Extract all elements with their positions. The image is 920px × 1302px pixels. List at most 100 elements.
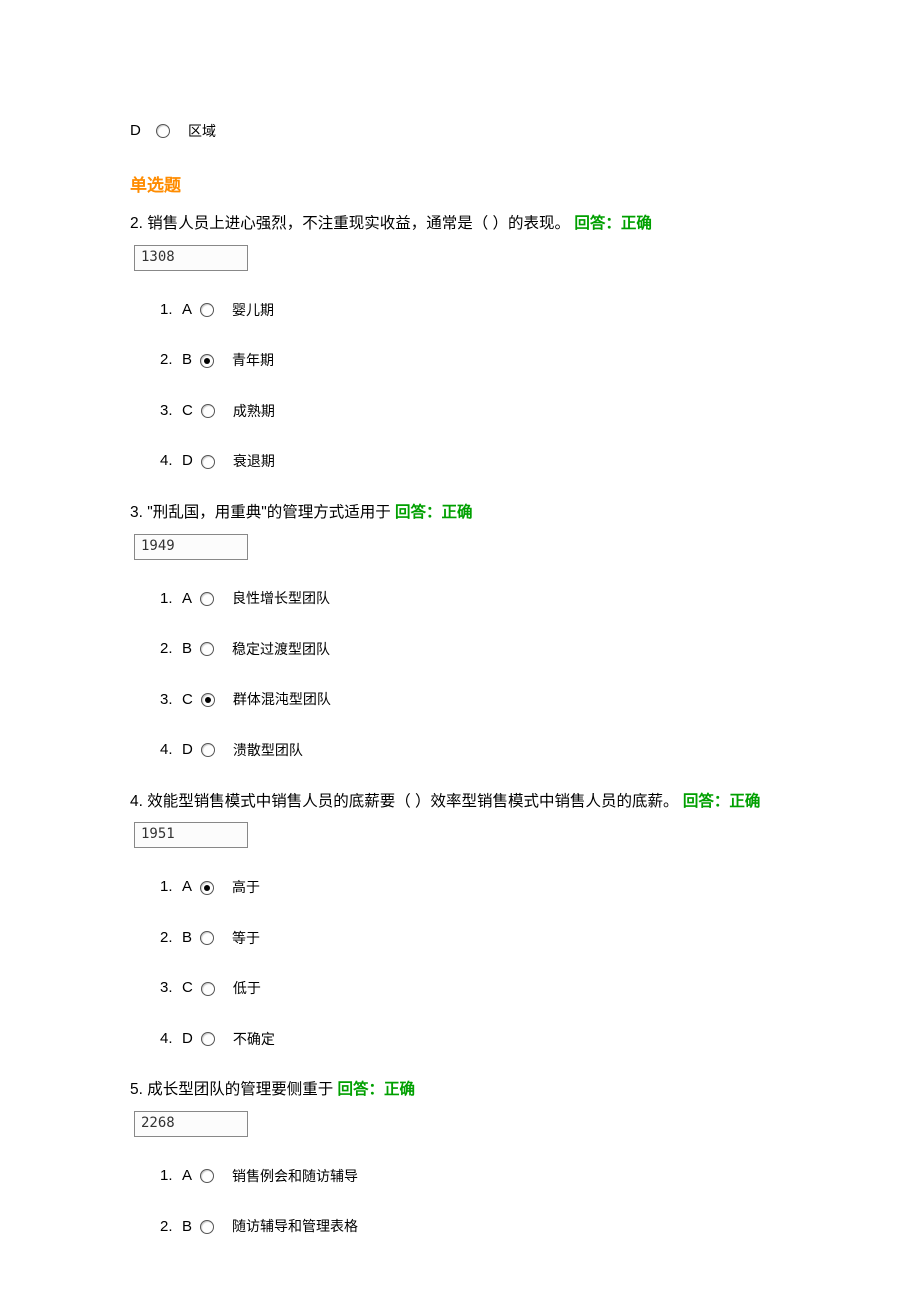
- radio-icon[interactable]: [201, 693, 215, 707]
- option-letter: D: [130, 120, 152, 143]
- question-number: 2.: [130, 215, 147, 232]
- option-text: 衰退期: [233, 451, 275, 472]
- option-letter: A: [182, 588, 192, 611]
- option-row: 2.B 随访辅导和管理表格: [160, 1216, 790, 1239]
- orphan-option-d: D 区域: [130, 120, 790, 143]
- section-title: 单选题: [130, 173, 790, 199]
- option-text: 区域: [188, 121, 216, 142]
- option-number: 4.: [160, 1028, 182, 1051]
- option-letter: A: [182, 299, 192, 322]
- radio-icon[interactable]: [201, 743, 215, 757]
- radio-icon[interactable]: [200, 1220, 214, 1234]
- questions-container: 2. 销售人员上进心强烈，不注重现实收益，通常是（ ）的表现。 回答：正确 130…: [130, 212, 790, 1238]
- option-letter: C: [182, 689, 193, 712]
- option-text: 高于: [232, 877, 260, 898]
- option-row: 2.B 等于: [160, 927, 790, 950]
- question-code-input[interactable]: 1949: [134, 534, 248, 560]
- option-number: 1.: [160, 299, 182, 322]
- radio-icon[interactable]: [200, 931, 214, 945]
- radio-icon[interactable]: [201, 1032, 215, 1046]
- option-number: 2.: [160, 349, 182, 372]
- question-text: 成长型团队的管理要侧重于: [147, 1081, 337, 1098]
- radio-icon[interactable]: [200, 354, 214, 368]
- question-stem: 4. 效能型销售模式中销售人员的底薪要（ ）效率型销售模式中销售人员的底薪。 回…: [130, 790, 790, 815]
- option-row: 2.B 稳定过渡型团队: [160, 638, 790, 661]
- option-number: 2.: [160, 927, 182, 950]
- question-code-input[interactable]: 2268: [134, 1111, 248, 1137]
- option-text: 不确定: [233, 1029, 275, 1050]
- option-row: 3.C 低于: [160, 977, 790, 1000]
- option-row: 4.D 不确定: [160, 1028, 790, 1051]
- option-text: 等于: [232, 928, 260, 949]
- option-number: 4.: [160, 450, 182, 473]
- radio-icon[interactable]: [200, 592, 214, 606]
- option-text: 稳定过渡型团队: [232, 639, 330, 660]
- option-number: 1.: [160, 876, 182, 899]
- option-text: 低于: [233, 978, 261, 999]
- radio-icon[interactable]: [200, 1169, 214, 1183]
- radio-icon[interactable]: [200, 303, 214, 317]
- option-row: 1.A良性增长型团队: [160, 588, 790, 611]
- radio-icon[interactable]: [200, 642, 214, 656]
- question-stem: 5. 成长型团队的管理要侧重于 回答：正确: [130, 1078, 790, 1103]
- answer-status: 回答：正确: [338, 1081, 416, 1098]
- option-number: 1.: [160, 588, 182, 611]
- option-letter: C: [182, 400, 193, 423]
- option-text: 婴儿期: [232, 300, 274, 321]
- option-row: 2.B 青年期: [160, 349, 790, 372]
- question-code-input[interactable]: 1951: [134, 822, 248, 848]
- option-number: 2.: [160, 638, 182, 661]
- option-row: 4.D 溃散型团队: [160, 739, 790, 762]
- answer-status: 回答：正确: [395, 504, 473, 521]
- option-number: 4.: [160, 739, 182, 762]
- option-text: 随访辅导和管理表格: [232, 1216, 358, 1237]
- radio-icon[interactable]: [201, 455, 215, 469]
- option-number: 3.: [160, 400, 182, 423]
- option-letter: D: [182, 1028, 193, 1051]
- options-list: 1.A 婴儿期 2.B 青年期 3.C 成熟期 4.D 衰退期: [160, 299, 790, 473]
- option-row: 1.A 高于: [160, 876, 790, 899]
- question-text: "刑乱国，用重典"的管理方式适用于: [147, 504, 395, 521]
- option-number: 3.: [160, 689, 182, 712]
- question-stem: 3. "刑乱国，用重典"的管理方式适用于 回答：正确: [130, 501, 790, 526]
- option-text: 青年期: [232, 350, 274, 371]
- question-text: 效能型销售模式中销售人员的底薪要（ ）效率型销售模式中销售人员的底薪。: [147, 793, 683, 810]
- option-letter: A: [182, 876, 192, 899]
- option-letter: B: [182, 927, 192, 950]
- option-row: 4.D 衰退期: [160, 450, 790, 473]
- radio-icon[interactable]: [200, 881, 214, 895]
- options-list: 1.A 销售例会和随访辅导 2.B 随访辅导和管理表格: [160, 1165, 790, 1238]
- page: D 区域 单选题 2. 销售人员上进心强烈，不注重现实收益，通常是（ ）的表现。…: [0, 0, 920, 1238]
- option-number: 1.: [160, 1165, 182, 1188]
- option-text: 销售例会和随访辅导: [232, 1166, 358, 1187]
- question-text: 销售人员上进心强烈，不注重现实收益，通常是（ ）的表现。: [147, 215, 574, 232]
- option-row: 3.C 群体混沌型团队: [160, 689, 790, 712]
- radio-icon[interactable]: [156, 124, 170, 138]
- answer-status: 回答：正确: [574, 215, 652, 232]
- option-number: 2.: [160, 1216, 182, 1239]
- question-number: 4.: [130, 793, 147, 810]
- option-text: 溃散型团队: [233, 740, 303, 761]
- option-letter: B: [182, 638, 192, 661]
- option-letter: A: [182, 1165, 192, 1188]
- question-code-input[interactable]: 1308: [134, 245, 248, 271]
- question-stem: 2. 销售人员上进心强烈，不注重现实收益，通常是（ ）的表现。 回答：正确: [130, 212, 790, 237]
- option-text: 群体混沌型团队: [233, 689, 331, 710]
- option-row: 1.A 销售例会和随访辅导: [160, 1165, 790, 1188]
- answer-status: 回答：正确: [683, 793, 761, 810]
- options-list: 1.A 高于 2.B 等于 3.C 低于 4.D 不确定: [160, 876, 790, 1050]
- radio-icon[interactable]: [201, 982, 215, 996]
- option-row: 1.A 婴儿期: [160, 299, 790, 322]
- option-letter: D: [182, 450, 193, 473]
- option-row: 3.C 成熟期: [160, 400, 790, 423]
- option-text: 成熟期: [233, 401, 275, 422]
- question-number: 5.: [130, 1081, 147, 1098]
- options-list: 1.A良性增长型团队 2.B 稳定过渡型团队 3.C 群体混沌型团队 4.D 溃散型团队: [160, 588, 790, 762]
- option-letter: B: [182, 349, 192, 372]
- option-letter: C: [182, 977, 193, 1000]
- option-number: 3.: [160, 977, 182, 1000]
- option-letter: B: [182, 1216, 192, 1239]
- radio-icon[interactable]: [201, 404, 215, 418]
- question-number: 3.: [130, 504, 147, 521]
- option-letter: D: [182, 739, 193, 762]
